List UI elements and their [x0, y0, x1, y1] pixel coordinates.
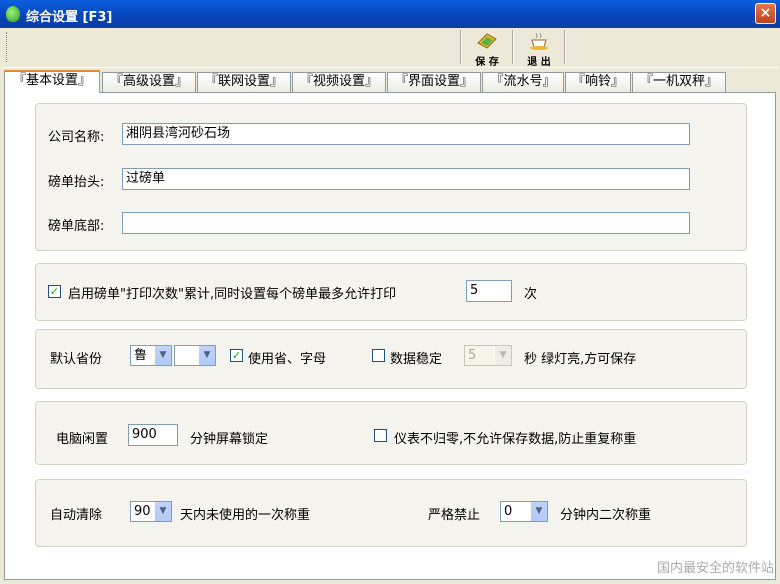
cleanup-days-value: 90 [134, 504, 151, 519]
auto-cleanup-group: 自动清除 90 ▼ 天内未使用的一次称重 严格禁止 0 ▼ 分钟内二次称重 [35, 479, 747, 547]
close-button[interactable]: × [755, 3, 776, 24]
auto-cleanup-label: 自动清除 [50, 508, 103, 523]
letter-select[interactable]: ▼ [174, 345, 216, 366]
ticket-header-label: 磅单抬头: [48, 175, 105, 190]
company-name-label: 公司名称: [48, 130, 105, 145]
save-icon [477, 33, 497, 49]
chevron-down-icon: ▼ [494, 346, 511, 365]
toolbar-separator [512, 30, 514, 64]
forbid-minutes-suffix: 分钟内二次称重 [560, 508, 652, 523]
idle-suffix: 分钟屏幕锁定 [190, 432, 269, 447]
idle-minutes-input[interactable]: 900 [128, 424, 178, 446]
window-title: 综合设置 [F3] [26, 10, 113, 25]
use-province-letter-checkbox[interactable]: ✓ [230, 349, 243, 362]
app-icon [6, 6, 20, 22]
chevron-down-icon: ▼ [154, 502, 171, 521]
stable-seconds-select[interactable]: 5 ▼ [464, 345, 512, 366]
tab-network-settings[interactable]: 『联网设置』 [197, 72, 291, 92]
tab-dual-scale[interactable]: 『一机双秤』 [632, 72, 726, 92]
province-select-value: 鲁 [134, 348, 148, 363]
toolbar-separator [460, 30, 462, 64]
province-group: 默认省份 鲁 ▼ ▼ ✓ 使用省、字母 数据稳定 5 ▼ 秒 绿灯亮,方可保存 [35, 329, 747, 389]
idle-lock-group: 电脑闲置 900 分钟屏幕锁定 仪表不归零,不允许保存数据,防止重复称重 [35, 401, 747, 465]
coffee-cup-icon [530, 32, 548, 50]
forbid-minutes-select[interactable]: 0 ▼ [500, 501, 548, 522]
print-count-group: ✓ 启用磅单"打印次数"累计,同时设置每个磅单最多允许打印 5 次 [35, 263, 747, 321]
chevron-down-icon: ▼ [154, 346, 171, 365]
company-name-input[interactable]: 湘阴县湾河砂石场 [122, 123, 690, 145]
watermark-text: 国内最安全的软件站 [656, 561, 774, 576]
stable-seconds-suffix: 秒 绿灯亮,方可保存 [524, 352, 637, 367]
data-stable-checkbox[interactable] [372, 349, 385, 362]
basic-settings-panel: 公司名称: 湘阴县湾河砂石场 磅单抬头: 过磅单 磅单底部: ✓ 启用磅单"打印… [4, 92, 776, 580]
chevron-down-icon: ▼ [530, 502, 547, 521]
cleanup-days-select[interactable]: 90 ▼ [130, 501, 172, 522]
idle-label: 电脑闲置 [56, 432, 109, 447]
toolbar-grip [6, 32, 8, 62]
toolbar: 保 存 退 出 [2, 28, 778, 68]
company-info-group: 公司名称: 湘阴县湾河砂石场 磅单抬头: 过磅单 磅单底部: [35, 103, 747, 251]
default-province-label: 默认省份 [50, 352, 103, 367]
tab-basic-settings[interactable]: 『基本设置』 [4, 70, 100, 93]
forbid-minutes-value: 0 [504, 504, 513, 519]
data-stable-label: 数据稳定 [390, 352, 443, 367]
print-count-unit: 次 [524, 287, 538, 302]
cleanup-days-suffix: 天内未使用的一次称重 [180, 508, 311, 523]
use-province-letter-label: 使用省、字母 [248, 352, 327, 367]
save-button-label: 保 存 [475, 57, 499, 68]
scale-not-zero-checkbox[interactable] [374, 429, 387, 442]
save-button[interactable]: 保 存 [464, 30, 510, 68]
toolbar-separator [564, 30, 566, 64]
province-select[interactable]: 鲁 ▼ [130, 345, 172, 366]
scale-not-zero-label: 仪表不归零,不允许保存数据,防止重复称重 [394, 432, 637, 447]
tab-interface-settings[interactable]: 『界面设置』 [387, 72, 481, 92]
tab-ringtone[interactable]: 『响铃』 [565, 72, 631, 92]
strict-forbid-label: 严格禁止 [428, 508, 481, 523]
stable-seconds-value: 5 [468, 348, 477, 363]
tab-serial-number[interactable]: 『流水号』 [482, 72, 564, 92]
print-count-label: 启用磅单"打印次数"累计,同时设置每个磅单最多允许打印 [68, 287, 397, 302]
print-count-checkbox[interactable]: ✓ [48, 285, 61, 298]
chevron-down-icon: ▼ [198, 346, 215, 365]
ticket-footer-label: 磅单底部: [48, 219, 105, 234]
ticket-header-input[interactable]: 过磅单 [122, 168, 690, 190]
title-bar: 综合设置 [F3] × [0, 0, 780, 28]
tab-video-settings[interactable]: 『视频设置』 [292, 72, 386, 92]
exit-button[interactable]: 退 出 [516, 30, 562, 68]
max-print-count-input[interactable]: 5 [466, 280, 512, 302]
tab-advanced-settings[interactable]: 『高级设置』 [102, 72, 196, 92]
ticket-footer-input[interactable] [122, 212, 690, 234]
tab-strip: 『基本设置』 『高级设置』 『联网设置』 『视频设置』 『界面设置』 『流水号』… [4, 70, 776, 93]
exit-button-label: 退 出 [527, 57, 551, 68]
